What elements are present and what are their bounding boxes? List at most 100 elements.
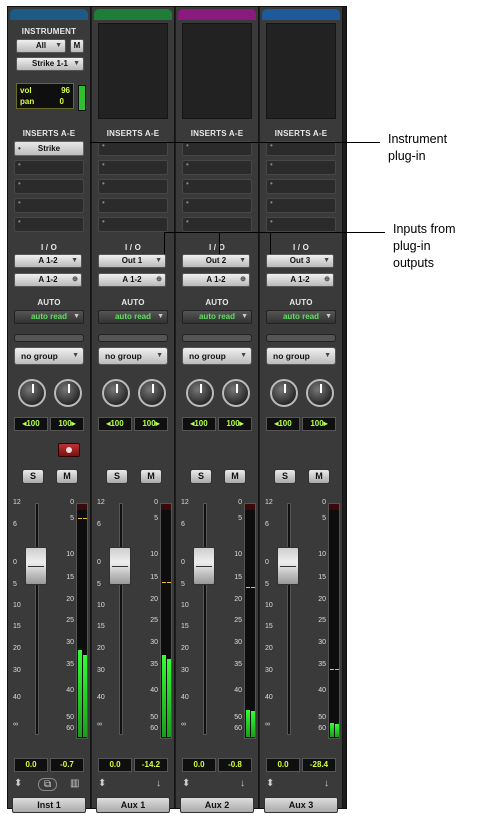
mute-button[interactable]: M xyxy=(224,469,246,484)
pan-left-knob[interactable] xyxy=(18,379,46,407)
output-selector[interactable]: A 1-2 ⊕ xyxy=(266,273,334,287)
strip-resize-handle[interactable] xyxy=(14,334,84,342)
arrow-down-icon[interactable]: ↓ xyxy=(324,778,329,789)
insert-slot[interactable] xyxy=(182,198,252,213)
input-selector[interactable]: Out 1 ▼ xyxy=(98,254,166,268)
output-selector[interactable]: A 1-2 ⊕ xyxy=(182,273,250,287)
solo-button[interactable]: S xyxy=(274,469,296,484)
track-name[interactable]: Inst 1 xyxy=(12,797,86,813)
insert-slot[interactable] xyxy=(266,179,336,194)
peak-value: -14.2 xyxy=(134,758,168,772)
insert-slot[interactable] xyxy=(182,217,252,232)
meter-scale-tick: 40 xyxy=(150,687,158,694)
output-label: A 1-2 xyxy=(38,275,58,284)
insert-slot[interactable] xyxy=(182,160,252,175)
empty-instrument-area xyxy=(182,23,252,119)
pan-right-knob[interactable] xyxy=(138,379,166,407)
input-selector[interactable]: Out 2 ▼ xyxy=(182,254,250,268)
insert-slot[interactable] xyxy=(98,141,168,156)
chevron-down-icon: ▼ xyxy=(239,257,246,264)
mute-button[interactable]: M xyxy=(56,469,78,484)
volume-fader[interactable] xyxy=(109,547,131,585)
pan-left-knob[interactable] xyxy=(102,379,130,407)
insert-slot[interactable] xyxy=(182,141,252,156)
insert-slot[interactable] xyxy=(182,179,252,194)
insert-slot[interactable] xyxy=(14,160,84,175)
up-down-icon[interactable]: ⬍ xyxy=(14,778,22,789)
track-name[interactable]: Aux 2 xyxy=(180,797,254,813)
track-name[interactable]: Aux 1 xyxy=(96,797,170,813)
up-down-icon[interactable]: ⬍ xyxy=(266,778,274,789)
pan-right-value: 100▸ xyxy=(302,417,336,431)
automation-mode-select[interactable]: auto read ▼ xyxy=(14,310,84,324)
mute-button[interactable]: M xyxy=(140,469,162,484)
comments-icon[interactable]: ⧉ xyxy=(38,778,58,791)
output-selector[interactable]: A 1-2 ⊕ xyxy=(14,273,82,287)
meter-scale-tick: 5 xyxy=(238,515,242,522)
peak-hold xyxy=(335,669,339,670)
volume-fader[interactable] xyxy=(25,547,47,585)
insert-slot[interactable] xyxy=(266,160,336,175)
patch-select[interactable]: Strike 1-1 ▼ xyxy=(16,57,84,71)
insert-slot[interactable] xyxy=(266,141,336,156)
insert-slot[interactable] xyxy=(98,179,168,194)
volume-fader[interactable] xyxy=(193,547,215,585)
volume-fader[interactable] xyxy=(277,547,299,585)
arrow-down-icon[interactable]: ↓ xyxy=(240,778,245,789)
insert-slot[interactable] xyxy=(98,160,168,175)
insert-slot[interactable] xyxy=(14,198,84,213)
pan-left-knob[interactable] xyxy=(186,379,214,407)
input-selector[interactable]: A 1-2 ▼ xyxy=(14,254,82,268)
meter-scale-tick: 30 xyxy=(318,639,326,646)
instrument-filter-select[interactable]: All ▼ xyxy=(16,39,66,53)
keyboard-icon[interactable]: ▥ xyxy=(70,778,79,789)
input-selector[interactable]: Out 3 ▼ xyxy=(266,254,334,268)
midi-button[interactable]: M xyxy=(70,39,84,53)
track-name[interactable]: Aux 3 xyxy=(264,797,338,813)
automation-mode-select[interactable]: auto read ▼ xyxy=(98,310,168,324)
group-select[interactable]: no group ▼ xyxy=(98,347,168,365)
solo-button[interactable]: S xyxy=(190,469,212,484)
solo-button[interactable]: S xyxy=(106,469,128,484)
input-label: A 1-2 xyxy=(38,256,58,265)
solo-button[interactable]: S xyxy=(22,469,44,484)
up-down-icon[interactable]: ⬍ xyxy=(98,778,106,789)
pan-right-knob[interactable] xyxy=(306,379,334,407)
mute-button[interactable]: M xyxy=(308,469,330,484)
strip-resize-handle[interactable] xyxy=(182,334,252,342)
output-selector[interactable]: A 1-2 ⊕ xyxy=(98,273,166,287)
automation-mode-select[interactable]: auto read ▼ xyxy=(266,310,336,324)
strip-resize-handle[interactable] xyxy=(98,334,168,342)
insert-slot[interactable] xyxy=(266,198,336,213)
chevron-down-icon: ▼ xyxy=(156,352,163,359)
chevron-down-icon: ▼ xyxy=(157,313,164,320)
volume-value: 0.0 xyxy=(14,758,48,772)
fader-scale-tick: 20 xyxy=(181,645,189,652)
pan-left-knob[interactable] xyxy=(270,379,298,407)
group-select[interactable]: no group ▼ xyxy=(14,347,84,365)
insert-slot[interactable] xyxy=(98,198,168,213)
fader-scale: 12 6 0 5 10 15 20 30 40 ∞ xyxy=(265,499,287,739)
arrow-down-icon[interactable]: ↓ xyxy=(156,778,161,789)
meter-scale-tick: 10 xyxy=(150,551,158,558)
pan-right-knob[interactable] xyxy=(222,379,250,407)
pan-right-knob[interactable] xyxy=(54,379,82,407)
insert-slot[interactable] xyxy=(14,179,84,194)
pan-right-value: 100▸ xyxy=(134,417,168,431)
insert-slot[interactable] xyxy=(266,217,336,232)
strip-resize-handle[interactable] xyxy=(266,334,336,342)
insert-slot[interactable] xyxy=(14,217,84,232)
insert-slot[interactable] xyxy=(98,217,168,232)
meter-bar xyxy=(330,723,334,737)
insert-slot-plugin[interactable]: Strike xyxy=(14,141,84,156)
fader-scale-tick: 15 xyxy=(265,623,273,630)
fader-scale-tick: 15 xyxy=(97,623,105,630)
group-select[interactable]: no group ▼ xyxy=(182,347,252,365)
automation-mode-select[interactable]: auto read ▼ xyxy=(182,310,252,324)
fader-scale-tick: 15 xyxy=(181,623,189,630)
meter-scale: 0 5 10 15 20 25 30 35 40 50 60 xyxy=(60,499,74,739)
group-select[interactable]: no group ▼ xyxy=(266,347,336,365)
fader-scale-tick: 0 xyxy=(181,559,185,566)
record-enable-button[interactable] xyxy=(58,443,80,457)
up-down-icon[interactable]: ⬍ xyxy=(182,778,190,789)
